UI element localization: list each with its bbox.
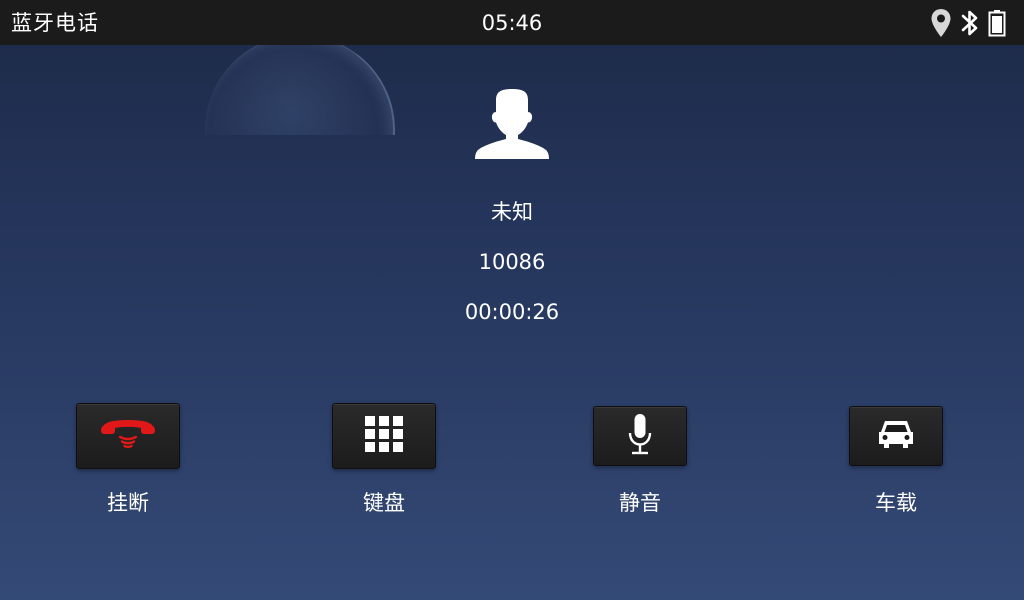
microphone-icon [627, 413, 653, 459]
person-icon [474, 88, 550, 160]
status-icons [930, 7, 1006, 39]
keypad-action: 键盘 [304, 403, 464, 517]
car-action: 车载 [816, 403, 976, 517]
status-clock: 05:46 [481, 11, 543, 35]
caller-number: 10086 [478, 250, 546, 274]
mute-action: 静音 [560, 403, 720, 517]
hangup-phone-icon [99, 418, 157, 454]
keypad-icon [364, 415, 404, 457]
car-icon [877, 418, 915, 454]
location-pin-icon [930, 8, 952, 38]
bluetooth-icon [960, 8, 980, 38]
car-button[interactable] [849, 406, 943, 466]
bluetooth-call-screen: 蓝牙电话 05:46 未知 10086 00:00:26 挂断 键盘 静音 车载 [0, 0, 1024, 600]
keypad-button[interactable] [332, 403, 436, 469]
keypad-label: 键盘 [363, 491, 405, 515]
status-bar: 蓝牙电话 05:46 [0, 0, 1024, 45]
mute-button[interactable] [593, 406, 687, 466]
call-duration: 00:00:26 [464, 300, 560, 324]
hangup-label: 挂断 [107, 491, 149, 515]
car-label: 车载 [875, 491, 917, 515]
hangup-button[interactable] [76, 403, 180, 469]
battery-icon [988, 9, 1006, 37]
caller-name: 未知 [491, 200, 533, 224]
caller-info: 未知 10086 00:00:26 [0, 88, 1024, 326]
call-actions: 挂断 键盘 静音 车载 [0, 403, 1024, 523]
mute-label: 静音 [619, 491, 661, 515]
hangup-action: 挂断 [48, 403, 208, 517]
